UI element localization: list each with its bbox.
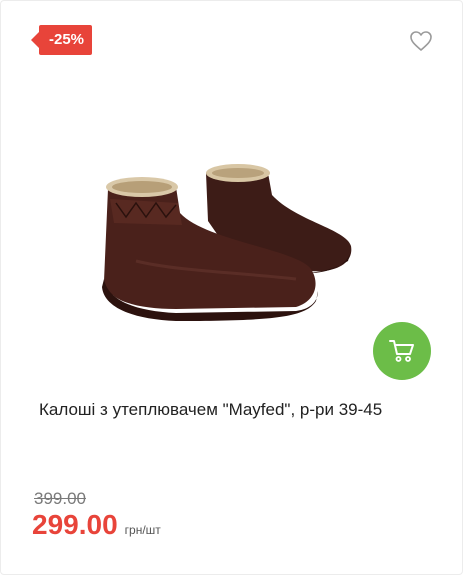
current-price: 299.00 [32, 509, 118, 540]
add-to-cart-button[interactable] [373, 322, 431, 380]
product-image[interactable] [96, 151, 361, 326]
heart-icon [410, 31, 432, 51]
price-row: 299.00 грн/шт [32, 509, 161, 541]
product-card[interactable]: -25% Калоші з утеплювачем "Mayfed", р-ри… [0, 0, 463, 575]
favorite-button[interactable] [409, 30, 433, 52]
cart-icon [389, 340, 414, 362]
boots-image [102, 164, 352, 321]
discount-badge: -25% [30, 25, 93, 55]
old-price: 399.00 [34, 489, 86, 508]
price-unit: грн/шт [124, 523, 161, 537]
product-title[interactable]: Калоші з утеплювачем "Mayfed", р-ри 39-4… [39, 399, 439, 421]
